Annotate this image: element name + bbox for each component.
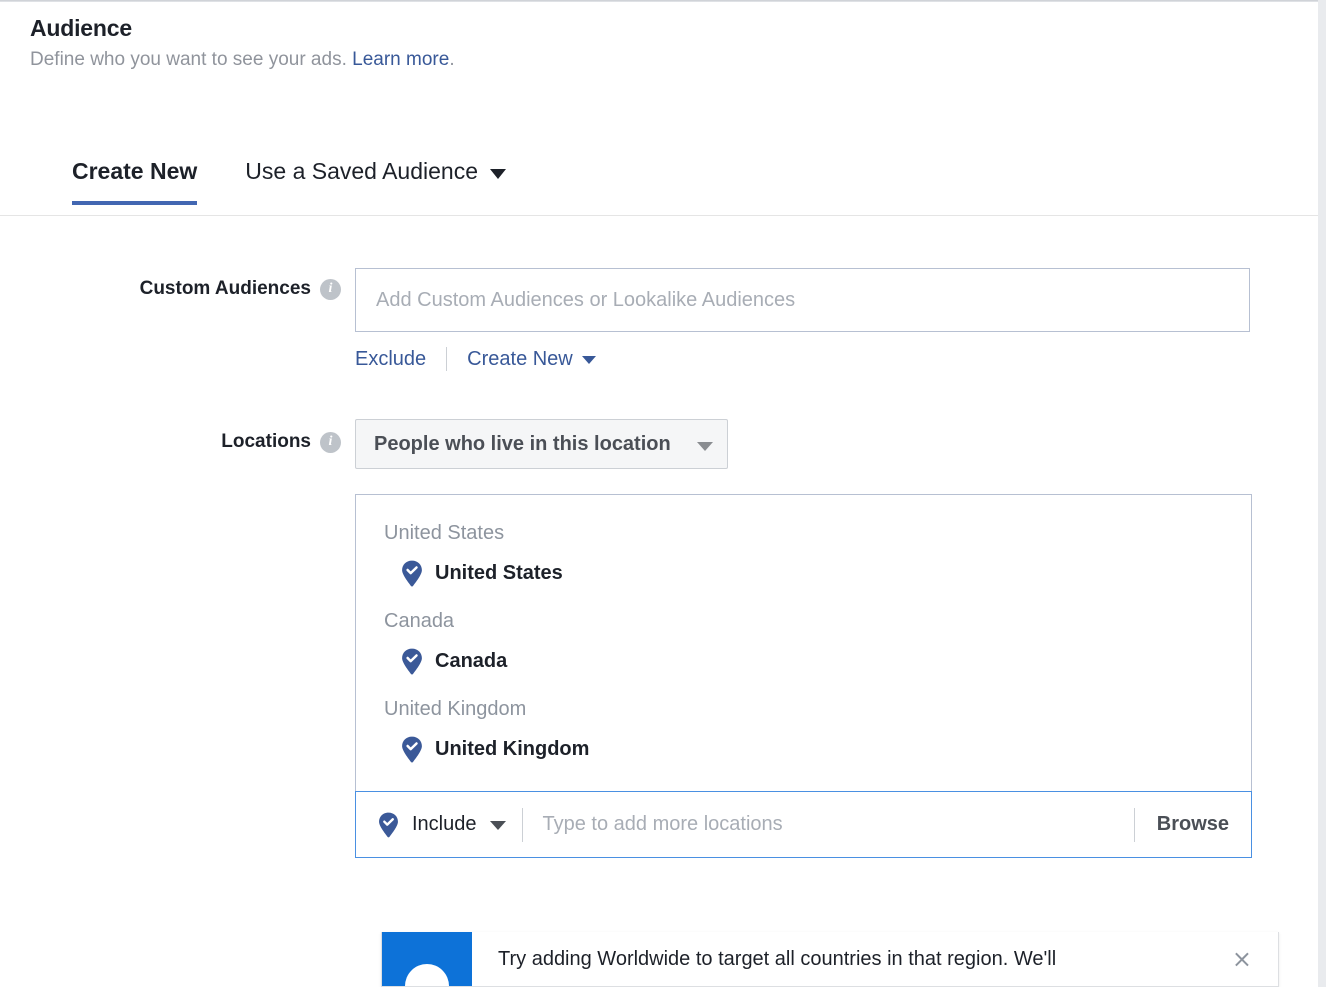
location-tip-notice: Try adding Worldwide to target all count… [381, 932, 1279, 987]
chevron-down-icon [696, 441, 713, 451]
map-pin-check-icon [379, 812, 398, 837]
notice-text: Try adding Worldwide to target all count… [498, 948, 1057, 970]
learn-more-link[interactable]: Learn more [352, 49, 449, 70]
create-new-audience-link[interactable]: Create New [467, 348, 596, 371]
custom-audiences-row: Custom Audiences i Add Custom Audiences … [0, 268, 1318, 371]
locations-row: Locations i People who live in this loca… [0, 419, 1318, 858]
locations-field: People who live in this location United … [355, 419, 1318, 858]
location-item-label: United Kingdom [435, 738, 590, 760]
map-pin-check-icon [402, 736, 422, 763]
exclude-link[interactable]: Exclude [355, 348, 426, 371]
location-list-item[interactable]: United Kingdom [356, 728, 1251, 777]
custom-audiences-input[interactable]: Add Custom Audiences or Lookalike Audien… [355, 268, 1250, 332]
chevron-down-icon [490, 168, 506, 179]
panel-header: Audience Define who you want to see your… [0, 2, 1318, 72]
audience-form: Custom Audiences i Add Custom Audiences … [0, 216, 1318, 858]
location-group-heading: United States [384, 522, 505, 544]
location-list-item[interactable]: United States [356, 552, 1251, 601]
page-subtitle: Define who you want to see your ads. Lea… [30, 47, 1318, 72]
browse-button[interactable]: Browse [1135, 813, 1251, 836]
right-gutter [1318, 0, 1326, 987]
subtitle-period: . [449, 49, 455, 70]
info-icon[interactable]: i [320, 431, 341, 453]
location-item-label: United States [435, 562, 563, 584]
custom-audiences-placeholder: Add Custom Audiences or Lookalike Audien… [376, 288, 796, 311]
custom-audiences-links: Exclude Create New [355, 347, 1318, 371]
map-pin-check-icon [402, 560, 422, 587]
map-pin-check-icon [402, 648, 422, 675]
custom-audiences-field: Add Custom Audiences or Lookalike Audien… [355, 268, 1318, 371]
tab-use-saved-audience[interactable]: Use a Saved Audience [245, 140, 506, 205]
include-mode-dropdown[interactable]: Include [356, 792, 522, 857]
tab-create-new-label: Create New [72, 158, 198, 184]
info-icon[interactable]: i [320, 278, 341, 300]
audience-tabs: Create New Use a Saved Audience [0, 140, 1318, 216]
location-mode-value: People who live in this location [374, 432, 671, 455]
notice-body: Try adding Worldwide to target all count… [472, 932, 1278, 986]
chevron-down-icon [489, 821, 506, 830]
locations-box: United States United States Canada Canad… [355, 494, 1252, 858]
custom-audiences-label: Custom Audiences [139, 278, 311, 299]
create-new-audience-label: Create New [467, 347, 573, 370]
location-group-heading: Canada [384, 610, 455, 632]
audience-panel: Audience Define who you want to see your… [0, 0, 1326, 987]
page-title: Audience [30, 15, 132, 41]
include-mode-value: Include [412, 813, 477, 835]
location-group-heading: United Kingdom [384, 698, 527, 720]
link-divider [446, 347, 448, 371]
page-subtitle-text: Define who you want to see your ads. [30, 49, 347, 70]
tab-create-new[interactable]: Create New [72, 140, 198, 205]
notice-bubble-shape [405, 964, 449, 986]
close-icon[interactable]: × [1224, 943, 1260, 975]
location-search-bar: Include Type to add more locations Brows… [355, 791, 1252, 858]
location-list-item[interactable]: Canada [356, 640, 1251, 689]
notice-accent-block [382, 932, 472, 986]
selected-locations-list: United States United States Canada Canad… [356, 495, 1251, 791]
location-search-input[interactable]: Type to add more locations [523, 813, 1134, 836]
tab-use-saved-audience-label: Use a Saved Audience [245, 158, 478, 184]
location-item-label: Canada [435, 650, 508, 672]
custom-audiences-label-wrap: Custom Audiences i [0, 268, 355, 300]
locations-label: Locations [221, 431, 311, 452]
chevron-down-icon [581, 356, 596, 364]
location-mode-dropdown[interactable]: People who live in this location [355, 419, 728, 469]
locations-label-wrap: Locations i [0, 419, 355, 453]
